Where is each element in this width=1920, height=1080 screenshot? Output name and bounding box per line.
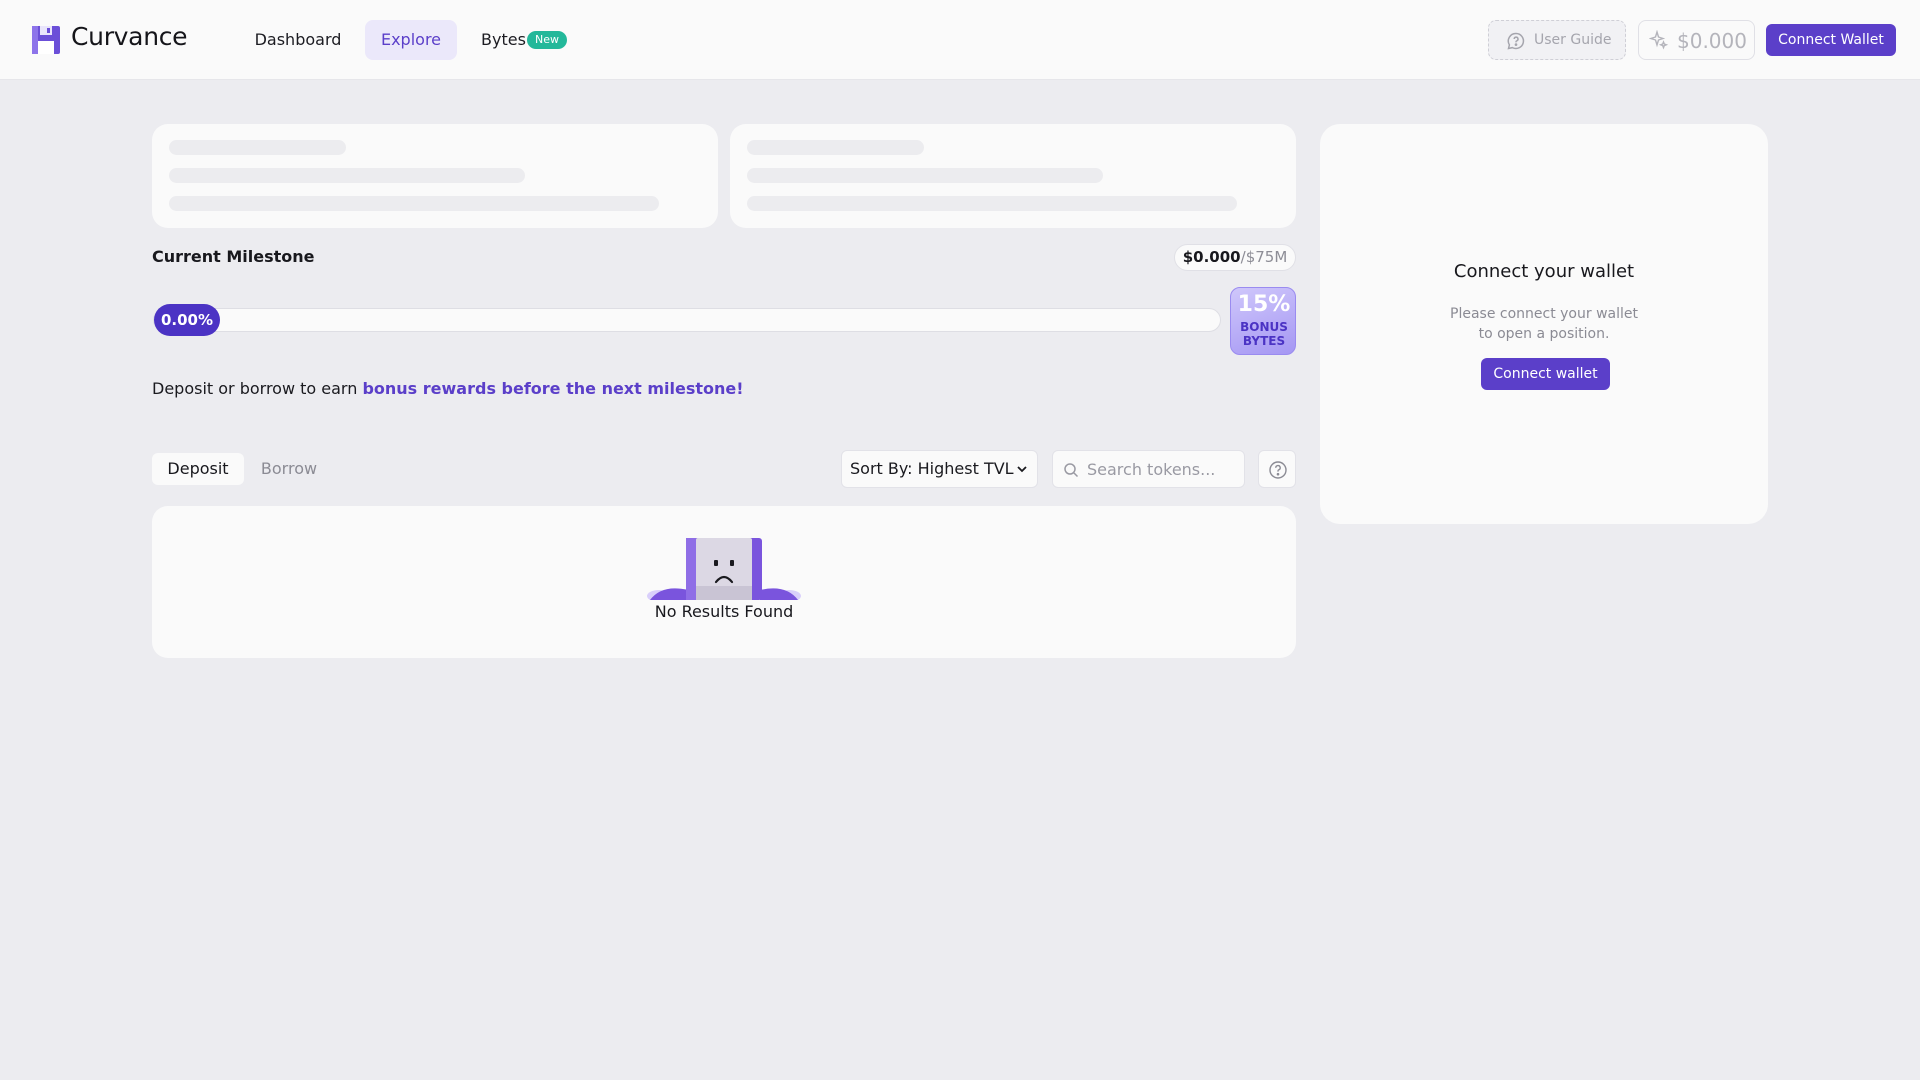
skeleton-line [747, 140, 924, 155]
skeleton-line [169, 140, 346, 155]
help-circle-icon [1269, 461, 1287, 479]
search-input[interactable] [1087, 458, 1237, 480]
wallet-panel-title: Connect your wallet [1453, 261, 1635, 282]
skeleton-line [169, 196, 659, 211]
earn-prefix: Deposit or borrow to earn [152, 379, 363, 398]
stats-card-loading [730, 124, 1296, 228]
chevron-down-icon [1017, 466, 1027, 473]
connect-wallet-panel-button[interactable]: Connect wallet [1481, 358, 1610, 390]
help-button[interactable] [1258, 450, 1296, 488]
new-badge: New [527, 31, 567, 49]
skeleton-line [747, 196, 1237, 211]
tab-borrow[interactable]: Borrow [244, 453, 334, 485]
earn-rewards-text: Deposit or borrow to earn bonus rewards … [152, 379, 744, 398]
bonus-percent: 15% [1237, 292, 1291, 317]
connect-wallet-button[interactable]: Connect Wallet [1766, 24, 1896, 56]
user-guide-button[interactable]: User Guide [1488, 20, 1626, 60]
nav-bytes[interactable]: Bytes New [472, 20, 592, 60]
skeleton-line [169, 168, 525, 183]
earn-highlight: bonus rewards before the next milestone! [362, 379, 744, 398]
nav-dashboard[interactable]: Dashboard [240, 20, 356, 60]
bonus-label-line2: BYTES [1242, 334, 1286, 348]
token-search[interactable] [1052, 450, 1245, 488]
top-header: Curvance Dashboard Explore Bytes New Use… [0, 0, 1920, 80]
milestone-amount: $0.000/$75M [1174, 244, 1296, 271]
bonus-bytes-badge: 15% BONUS BYTES [1230, 287, 1296, 355]
skeleton-line [747, 168, 1103, 183]
milestone-title: Current Milestone [152, 247, 315, 266]
no-results-text: No Results Found [654, 602, 794, 621]
bonus-label-line1: BONUS [1240, 320, 1288, 334]
milestone-current: $0.000 [1182, 248, 1241, 266]
nav-explore[interactable]: Explore [365, 20, 457, 60]
sad-mascot-icon [647, 538, 801, 600]
tab-deposit[interactable]: Deposit [152, 453, 244, 485]
balance-value: $0.000 [1677, 29, 1747, 53]
chat-question-icon [1507, 32, 1525, 50]
brand-name[interactable]: Curvance [71, 22, 188, 51]
user-guide-label: User Guide [1534, 32, 1612, 48]
connect-wallet-panel: Connect your wallet Please connect your … [1320, 124, 1768, 524]
nav-bytes-label: Bytes [481, 30, 526, 49]
milestone-progress-fill: 0.00% [154, 304, 220, 336]
wallet-panel-description: Please connect your wallet to open a pos… [1450, 306, 1638, 342]
sort-label: Sort By: Highest TVL [850, 459, 1014, 478]
milestone-goal: $75M [1245, 248, 1288, 266]
sparkle-icon [1649, 30, 1669, 50]
milestone-progress-track [153, 308, 1221, 332]
markets-list-empty: No Results Found [152, 506, 1296, 658]
stats-card-loading [152, 124, 718, 228]
bytes-balance-button[interactable]: $0.000 [1638, 20, 1755, 60]
search-icon [1064, 463, 1079, 478]
sort-dropdown[interactable]: Sort By: Highest TVL [841, 450, 1038, 488]
floppy-disk-logo-icon[interactable] [32, 26, 60, 54]
